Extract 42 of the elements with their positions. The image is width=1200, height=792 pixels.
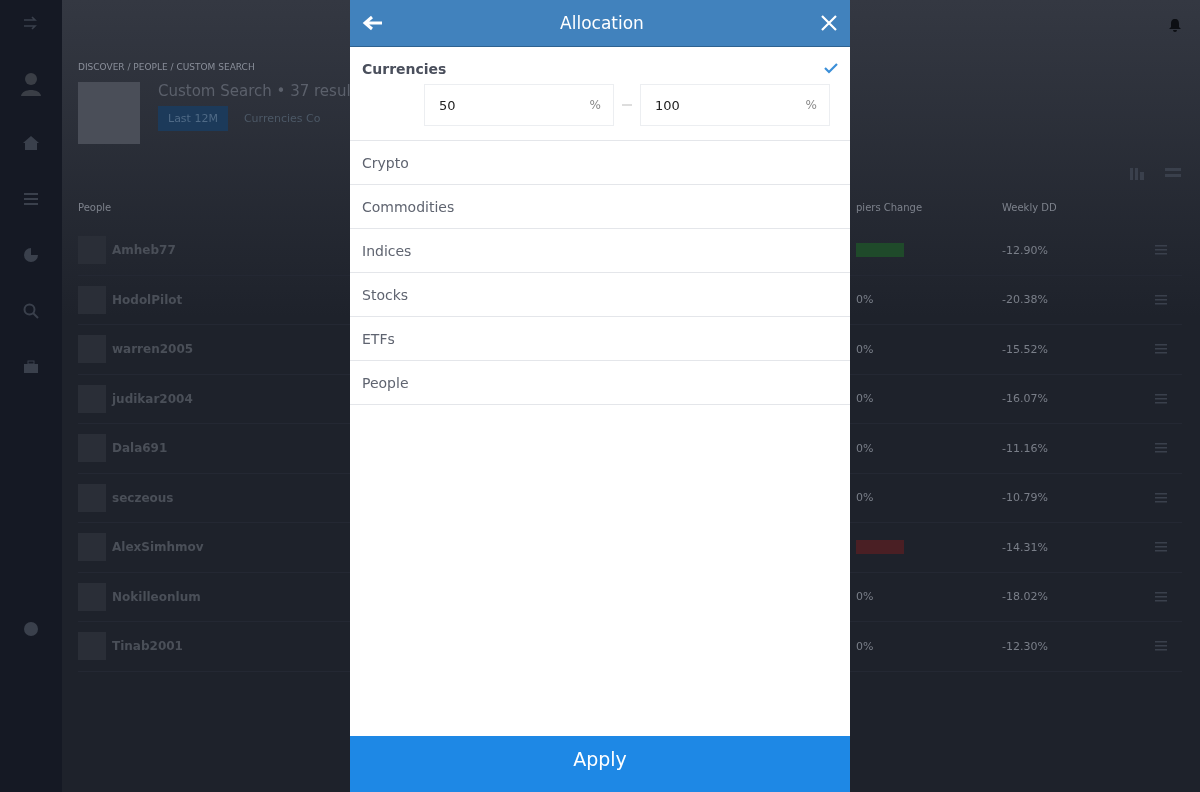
table-cell: 0% [856,392,874,406]
photo-placeholder [78,82,140,144]
category-item[interactable]: Indices [362,229,838,272]
category-item[interactable]: Currencies [362,47,838,90]
column-header: People [78,202,112,215]
table-cell: -16.07% [1002,392,1048,406]
unit-label: % [805,98,817,112]
table-cell: 0% [856,441,874,455]
column-header: Weekly DD [1002,202,1057,215]
search-icon[interactable] [22,302,40,320]
column-header: piers Change [856,202,923,215]
table-cell: -12.30% [1002,639,1048,653]
table-cell: -10.79% [1002,491,1048,505]
category-item[interactable]: Stocks [362,273,838,316]
category-item[interactable]: Commodities [362,185,838,228]
category-item[interactable]: People [362,361,838,404]
table-cell: 0% [856,293,874,307]
category-item[interactable]: ETFs [362,317,838,360]
table-cell: 0% [856,590,874,604]
apply-button[interactable]: Apply [350,736,850,792]
back-button[interactable] [362,14,384,32]
list-icon[interactable] [22,190,40,208]
table-cell: 0% [856,491,874,505]
category-item[interactable]: Crypto [362,141,838,184]
breadcrumb: DISCOVER / PEOPLE / CUSTOM SEARCH [78,62,255,72]
arrow-icon[interactable] [22,14,40,32]
pie-chart-icon[interactable] [22,246,40,264]
briefcase-icon[interactable] [22,358,40,376]
table-cell: -12.90% [1002,243,1048,257]
avatar-icon[interactable] [20,70,42,96]
close-button[interactable] [820,14,838,32]
table-cell: -20.38% [1002,293,1048,307]
table-cell: -18.02% [1002,590,1048,604]
table-cell: 0% [856,639,874,653]
table-cell: -11.16% [1002,441,1048,455]
dialog-title: Allocation [560,13,644,33]
table-cell: 0% [856,342,874,356]
unit-label: % [589,98,601,112]
home-icon[interactable] [22,134,40,152]
bell-icon[interactable] [1168,18,1182,32]
table-cell: -15.52% [1002,342,1048,356]
table-cell: -14.31% [1002,540,1048,554]
